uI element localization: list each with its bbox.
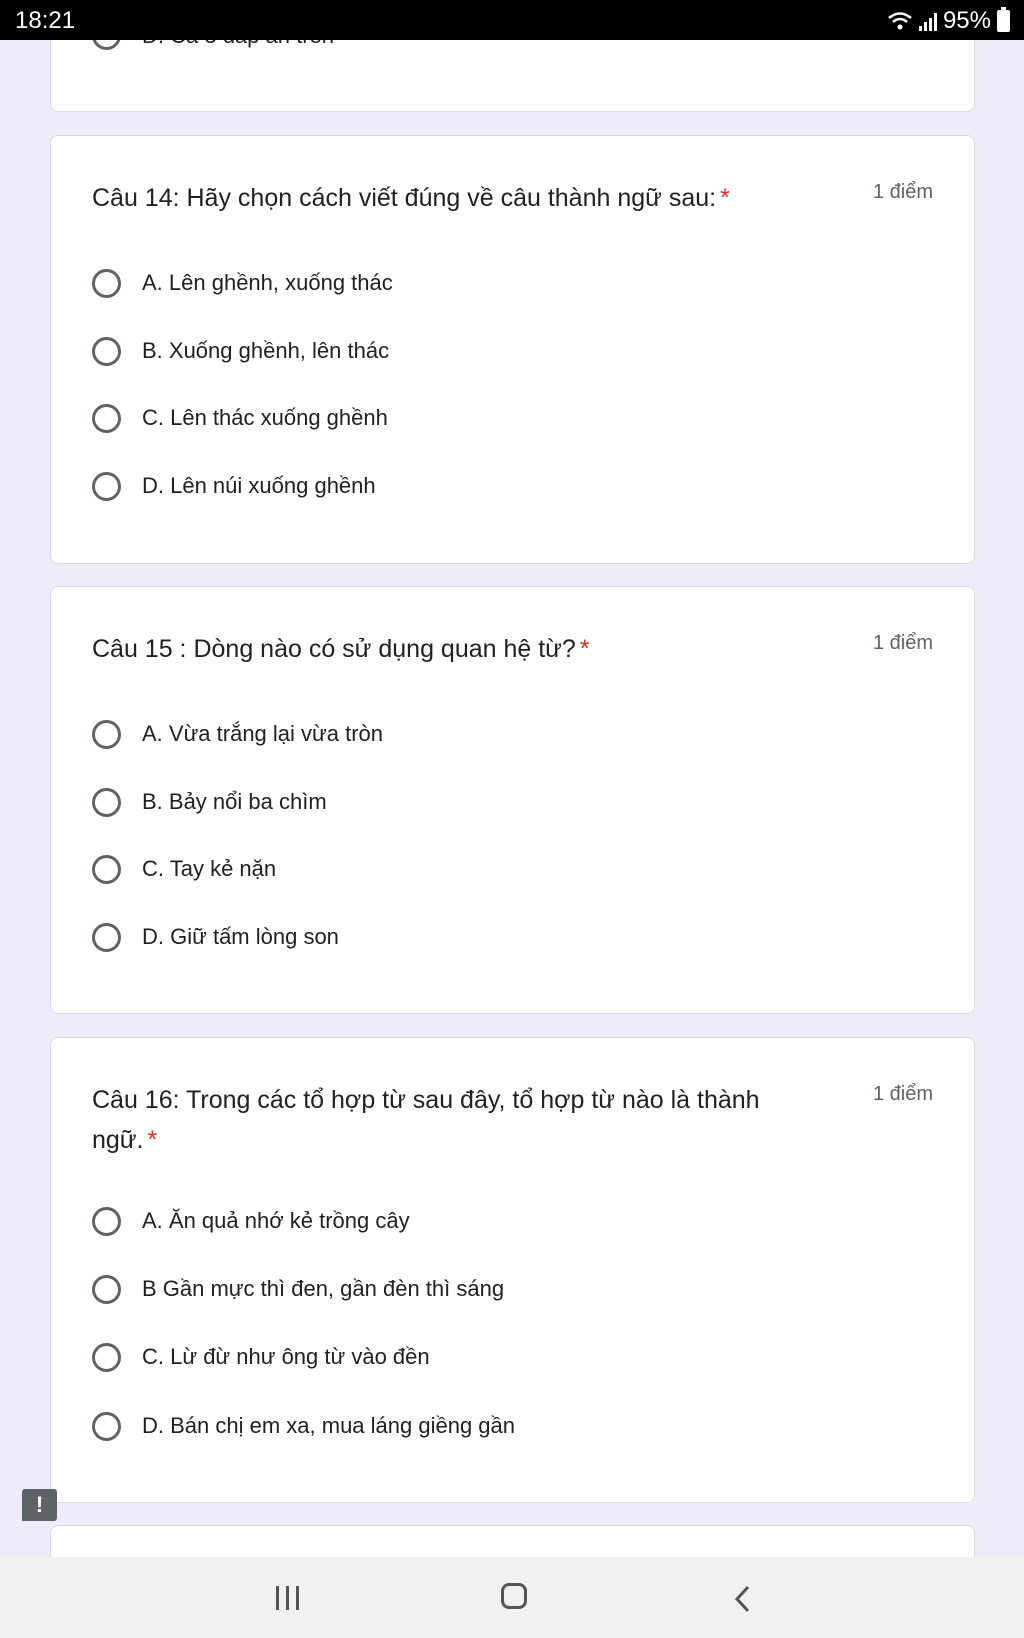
home-icon[interactable] [501, 1583, 527, 1609]
battery-percent: 95% [942, 7, 991, 34]
option-item[interactable]: C. Lên thác xuống ghềnh [92, 398, 388, 438]
battery-icon [997, 7, 1010, 32]
status-bar: 18:21 95% [0, 0, 1024, 40]
option-label: C. Lên thác xuống ghềnh [142, 405, 388, 430]
required-star: * [720, 184, 730, 212]
option-label: B. Xuống ghềnh, lên thác [142, 338, 390, 363]
back-icon[interactable] [733, 1584, 753, 1614]
status-icons: 95% [887, 7, 1010, 35]
option-item[interactable]: D. Bán chị em xa, mua láng giềng gần [92, 1406, 515, 1446]
navigation-bar [0, 1557, 1024, 1638]
question-card-16: Câu 16: Trong các tổ hợp từ sau đây, tổ … [50, 1037, 975, 1503]
radio-button[interactable] [92, 268, 121, 298]
status-time: 18:21 [15, 7, 76, 34]
radio-button[interactable] [92, 1274, 121, 1304]
radio-button[interactable] [92, 1411, 121, 1441]
option-item[interactable]: C. Lừ đừ như ông từ vào đền [92, 1337, 430, 1377]
option-item[interactable]: A. Lên ghềnh, xuống thác [92, 263, 393, 303]
question-card-14: Câu 14: Hãy chọn cách viết đúng về câu t… [50, 135, 975, 564]
radio-button[interactable] [92, 719, 121, 749]
question-title: Câu 14: Hãy chọn cách viết đúng về câu t… [92, 184, 730, 212]
option-item[interactable]: C. Tay kẻ nặn [92, 849, 276, 889]
radio-button[interactable] [92, 787, 121, 817]
option-label: A. Lên ghềnh, xuống thác [142, 270, 393, 295]
option-item[interactable]: A. Vừa trắng lại vừa tròn [92, 714, 383, 754]
option-item[interactable]: B Gần mực thì đen, gần đèn thì sáng [92, 1269, 504, 1309]
radio-button[interactable] [92, 1206, 121, 1236]
feedback-icon[interactable]: ! [22, 1489, 57, 1521]
option-label: B Gần mực thì đen, gần đèn thì sáng [142, 1276, 505, 1301]
question-title: Câu 16: Trong các tổ hợp từ sau đây, tổ … [92, 1086, 760, 1154]
question-points: 1 điểm [872, 1083, 933, 1105]
option-label: B. Bảy nổi ba chìm [142, 789, 327, 814]
question-card-15: Câu 15 : Dòng nào có sử dụng quan hệ từ?… [50, 586, 975, 1014]
question-points: 1 điểm [872, 632, 933, 654]
question-points: 1 điểm [872, 181, 933, 203]
option-item[interactable]: A. Ăn quả nhớ kẻ trồng cây [92, 1201, 410, 1241]
option-item[interactable]: D. Giữ tấm lòng son [92, 917, 339, 957]
radio-button[interactable] [92, 922, 121, 952]
required-star: * [147, 1126, 158, 1154]
radio-button[interactable] [92, 854, 121, 884]
radio-button[interactable] [92, 471, 121, 501]
radio-button[interactable] [92, 336, 121, 366]
option-label: C. Tay kẻ nặn [142, 856, 277, 881]
radio-button[interactable] [92, 403, 121, 433]
option-label: C. Lừ đừ như ông từ vào đền [142, 1344, 430, 1369]
required-star: * [579, 635, 590, 663]
option-item[interactable]: B. Xuống ghềnh, lên thác [92, 331, 389, 371]
question-title: Câu 15 : Dòng nào có sử dụng quan hệ từ?… [92, 635, 590, 663]
option-label: D. Bán chị em xa, mua láng giềng gần [142, 1413, 516, 1438]
radio-button[interactable] [92, 1342, 121, 1372]
option-label: A. Vừa trắng lại vừa tròn [142, 721, 384, 746]
option-label: D. Giữ tấm lòng son [142, 924, 339, 949]
option-item[interactable]: D. Lên núi xuống ghềnh [92, 466, 376, 506]
recent-apps-icon[interactable] [276, 1586, 299, 1610]
option-label: D. Lên núi xuống ghềnh [142, 473, 376, 498]
signal-icon [918, 11, 937, 31]
option-label: A. Ăn quả nhớ kẻ trồng cây [142, 1208, 410, 1233]
option-item[interactable]: B. Bảy nổi ba chìm [92, 782, 327, 822]
wifi-icon [888, 12, 912, 30]
